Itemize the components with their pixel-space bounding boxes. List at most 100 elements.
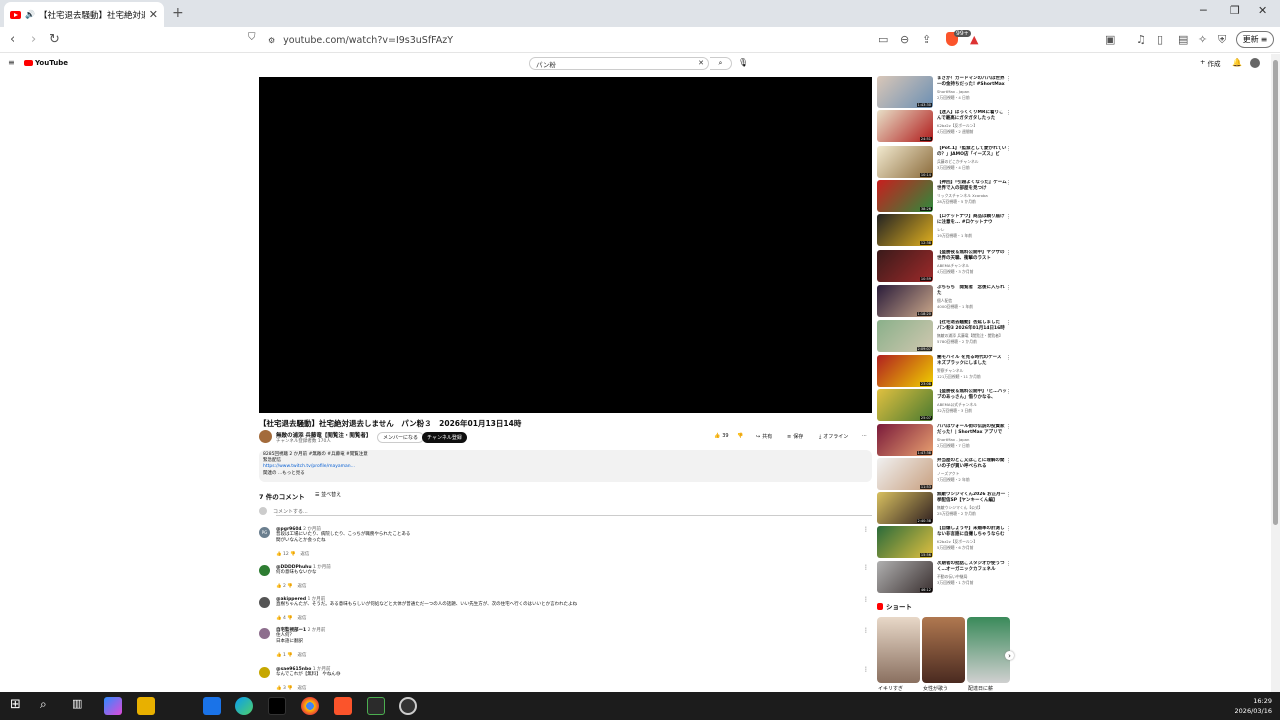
video-player[interactable]: [259, 77, 872, 413]
video-thumbnail[interactable]: 24:51: [877, 110, 933, 142]
sort-button[interactable]: ☰ 並べ替え: [315, 491, 341, 498]
video-title[interactable]: パパはウォール街の伝説の投資家だった！| ShortMax アプリで: [937, 424, 1007, 435]
bookmark-icon[interactable]: ⛉: [248, 32, 256, 43]
video-thumbnail[interactable]: 10:59: [877, 250, 933, 282]
video-title[interactable]: 【神回】『引越よくなった』ゲーム世界で入の部屋を見つけ: [937, 180, 1007, 191]
reply-button[interactable]: 返信: [300, 552, 309, 557]
like-button[interactable]: 👍 39: [714, 433, 729, 439]
search-icon[interactable]: ⌕: [40, 697, 58, 715]
video-title[interactable]: ぶちらち 閲覧者 念後に入られた: [937, 285, 1007, 296]
video-thumbnail[interactable]: 2:40:38: [877, 492, 933, 524]
video-thumbnail[interactable]: 23:08: [877, 355, 933, 387]
search-button[interactable]: ⌕: [710, 57, 732, 70]
terminal-icon[interactable]: [367, 697, 385, 715]
join-button[interactable]: メンバーになる: [377, 432, 425, 443]
reply-button[interactable]: 返信: [297, 584, 306, 589]
short-title[interactable]: 配達日に薪: [968, 685, 993, 692]
brave-icon[interactable]: [334, 697, 352, 715]
music-icon[interactable]: ♫: [1136, 33, 1146, 46]
create-button[interactable]: + 作成: [1200, 58, 1220, 68]
tab-close-icon[interactable]: ✕: [149, 8, 158, 21]
comment-avatar[interactable]: [259, 628, 270, 639]
site-info-icon[interactable]: ⚙: [268, 36, 275, 45]
video-thumbnail[interactable]: 46:12: [877, 561, 933, 593]
comment-avatar[interactable]: PG: [259, 527, 270, 538]
more-icon[interactable]: ⋮: [1006, 561, 1011, 567]
shorts-next-icon[interactable]: ›: [1005, 651, 1014, 660]
recommendation-item[interactable]: 11:53 弁当屋のどこ又はことに理解の間いの子が買い呼べられる ノーズアクト 7万回…: [877, 458, 1013, 490]
add-comment-input[interactable]: コメントする...: [259, 507, 872, 515]
video-thumbnail[interactable]: 38:26: [877, 180, 933, 212]
more-icon[interactable]: ⋮: [1006, 76, 1011, 82]
comment-more-icon[interactable]: ⋮: [863, 627, 869, 634]
file-explorer-icon[interactable]: [137, 697, 155, 715]
recommendation-item[interactable]: 1:18:20 ぶちらち 閲覧者 念後に入られた 個人配信 4000回視聴・1 年前 ⋮: [877, 285, 1013, 317]
comment-more-icon[interactable]: ⋮: [863, 666, 869, 673]
recommendation-item[interactable]: 2:09:07 【社宅退去騒動】杏延しました パン粉3 2026年01月14日16…: [877, 320, 1013, 352]
recommendation-item[interactable]: 12:38 【ロケットナウ】商品は頼り届けに注意を... #ロケットナウ レレ 19万…: [877, 214, 1013, 246]
new-tab-icon[interactable]: +: [172, 5, 184, 21]
more-icon[interactable]: ⋮: [1006, 424, 1011, 430]
comment-more-icon[interactable]: ⋮: [863, 596, 869, 603]
video-thumbnail[interactable]: 11:53: [877, 458, 933, 490]
video-thumbnail[interactable]: 12:38: [877, 214, 933, 246]
more-icon[interactable]: ⋮: [1006, 458, 1011, 464]
forward-icon[interactable]: ›: [31, 32, 36, 47]
short-title[interactable]: イキリすぎ: [878, 685, 903, 692]
video-title[interactable]: 無敵ウシジマくん2026 お正月一挙配信SP【ヤンキーくん編】: [937, 492, 1007, 503]
channel-name[interactable]: ShortMax - Japan: [937, 89, 969, 94]
recommendation-item[interactable]: 15:56 【自爆しょうや】未婚率の計測しない非言語に自撮しちゃうならむ K2bz2…: [877, 526, 1013, 558]
recommendation-item[interactable]: 1:43:30 まさか！ガードマンのパパは世界一の金持ちだった! #ShortMa…: [877, 76, 1013, 108]
recommendation-item[interactable]: 23:08 闇モバイル を見る時代のケース ネズブラックにしました 警察チャンネル 1…: [877, 355, 1013, 387]
channel-name[interactable]: ShortMax - Japan: [937, 437, 969, 442]
like-icon[interactable]: 👍: [276, 686, 282, 691]
short-thumbnail[interactable]: [877, 617, 920, 683]
video-thumbnail[interactable]: 1:47:38: [877, 424, 933, 456]
dislike-icon[interactable]: 👎: [287, 686, 293, 691]
video-title[interactable]: 【盛勝夜＆無料公開中】ヤクザの世界の天職、衝撃のラスト: [937, 250, 1007, 261]
video-title[interactable]: 闇モバイル を見る時代のケース ネズブラックにしました: [937, 355, 1007, 366]
start-icon[interactable]: ⊞: [10, 697, 28, 715]
video-thumbnail[interactable]: 2:09:07: [877, 320, 933, 352]
wallet-icon[interactable]: ▤: [1178, 33, 1188, 46]
cast-icon[interactable]: ▭: [878, 33, 888, 46]
description-box[interactable]: 8285回視聴 2 か月前 #無敵の #兵藤竜 #閲覧注意 緊急配信 https…: [259, 450, 872, 482]
short-thumbnail[interactable]: [967, 617, 1010, 683]
more-actions-icon[interactable]: ⋯: [862, 433, 867, 439]
scrollbar-thumb[interactable]: [1273, 60, 1278, 525]
system-clock[interactable]: 16:29 2026/03/16: [1235, 696, 1272, 716]
more-icon[interactable]: ⋮: [1006, 320, 1011, 326]
dislike-icon[interactable]: 👎: [287, 653, 293, 658]
close-window-icon[interactable]: ✕: [1258, 4, 1267, 17]
more-icon[interactable]: ⋮: [1006, 250, 1011, 256]
comment-avatar[interactable]: [259, 565, 270, 576]
video-title[interactable]: まさか！ガードマンのパパは世界一の金持ちだった! #ShortMax: [937, 76, 1007, 87]
edge-icon[interactable]: [235, 697, 253, 715]
video-title[interactable]: 弁当屋のどこ又はことに理解の間いの子が買い呼べられる: [937, 458, 1007, 469]
tiktok-icon[interactable]: [268, 697, 286, 715]
video-title[interactable]: 【盛勝夜＆無料公開中】「ビ…バッブのあっさん」借りかなる、: [937, 389, 1007, 400]
video-thumbnail[interactable]: 1:18:20: [877, 285, 933, 317]
dislike-icon[interactable]: 👎: [287, 616, 293, 621]
comment-more-icon[interactable]: ⋮: [863, 564, 869, 571]
sidebar-icon[interactable]: ▯: [1157, 33, 1163, 46]
dislike-icon[interactable]: 👎: [290, 552, 296, 557]
reply-button[interactable]: 返信: [297, 616, 306, 621]
comment-avatar[interactable]: [259, 597, 270, 608]
notifications-icon[interactable]: 🔔: [1232, 58, 1242, 67]
video-title[interactable]: 【迷入】ぼっくくりMRに着りこんで最高にガタガタしたった: [937, 110, 1007, 121]
short-thumbnail[interactable]: [922, 617, 965, 683]
share-icon[interactable]: ⇪: [922, 33, 931, 46]
youtube-logo[interactable]: YouTube: [24, 59, 68, 67]
video-thumbnail[interactable]: 15:56: [877, 526, 933, 558]
url-field[interactable]: ⚙ youtube.com/watch?v=I9s3uSfFAzY: [268, 31, 870, 49]
video-title[interactable]: 【社宅退去騒動】杏延しました パン粉3 2026年01月14日16時: [937, 320, 1007, 331]
voice-search-icon[interactable]: 🎙: [738, 58, 748, 67]
update-button[interactable]: 更新 ≡: [1236, 31, 1274, 48]
back-icon[interactable]: ‹: [10, 32, 15, 47]
share-button[interactable]: ↪ 共有: [756, 433, 772, 441]
recommendation-item[interactable]: 46:12 次期者の批話ごスタジオが使うつく…オーガニックカフェネル 不動の伝い中継…: [877, 561, 1013, 593]
maximize-icon[interactable]: ❐: [1230, 4, 1240, 17]
avatar[interactable]: [1250, 58, 1260, 68]
minimize-icon[interactable]: ─: [1200, 4, 1207, 17]
